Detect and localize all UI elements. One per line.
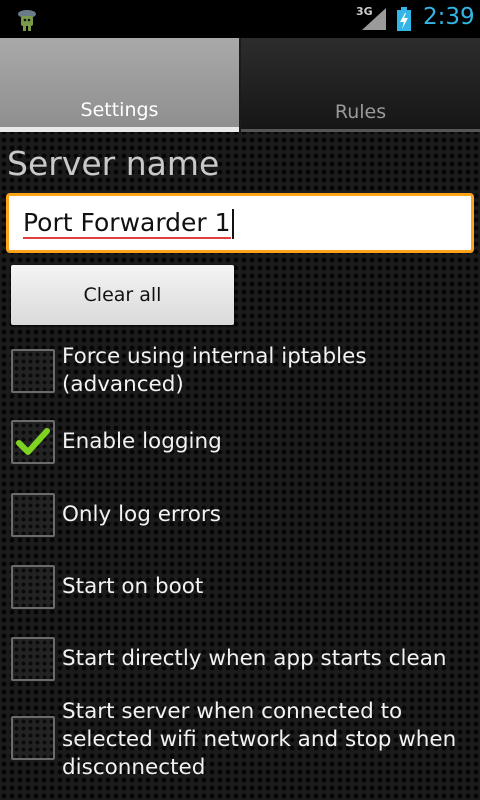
tab-rules-label: Rules (334, 101, 387, 123)
option-label: Force using internal iptables (advanced) (62, 344, 367, 397)
server-name-value: Port Forwarder 1 (23, 208, 231, 239)
start-on-boot-checkbox[interactable] (11, 565, 55, 609)
clock: 2:39 (423, 4, 475, 30)
option-label: Start on boot (62, 574, 204, 599)
start-on-wifi-checkbox[interactable] (11, 716, 55, 760)
signal-icon (362, 8, 386, 30)
tab-rules[interactable]: Rules (241, 38, 480, 132)
only-log-errors-checkbox[interactable] (11, 493, 55, 537)
force-iptables-checkbox[interactable] (11, 349, 55, 393)
text-cursor (231, 209, 234, 239)
server-name-label: Server name (7, 144, 220, 183)
status-bar: 3G 2:39 (0, 0, 480, 38)
option-label: Only log errors (62, 502, 221, 527)
checkmark-icon (16, 428, 50, 455)
clear-all-button[interactable]: Clear all (11, 265, 234, 325)
option-label: Start directly when app starts clean (62, 646, 447, 671)
android-app-icon (18, 10, 36, 31)
option-label: Enable logging (62, 429, 222, 454)
server-name-input[interactable]: Port Forwarder 1 (6, 193, 474, 253)
battery-charging-icon (397, 7, 411, 31)
enable-logging-checkbox[interactable] (11, 420, 55, 464)
option-label: Start server when connected to selected … (62, 699, 457, 780)
start-directly-checkbox[interactable] (11, 637, 55, 681)
tab-settings-label: Settings (80, 99, 159, 121)
tab-bar: Settings Rules (0, 38, 480, 132)
tab-settings[interactable]: Settings (0, 38, 239, 132)
